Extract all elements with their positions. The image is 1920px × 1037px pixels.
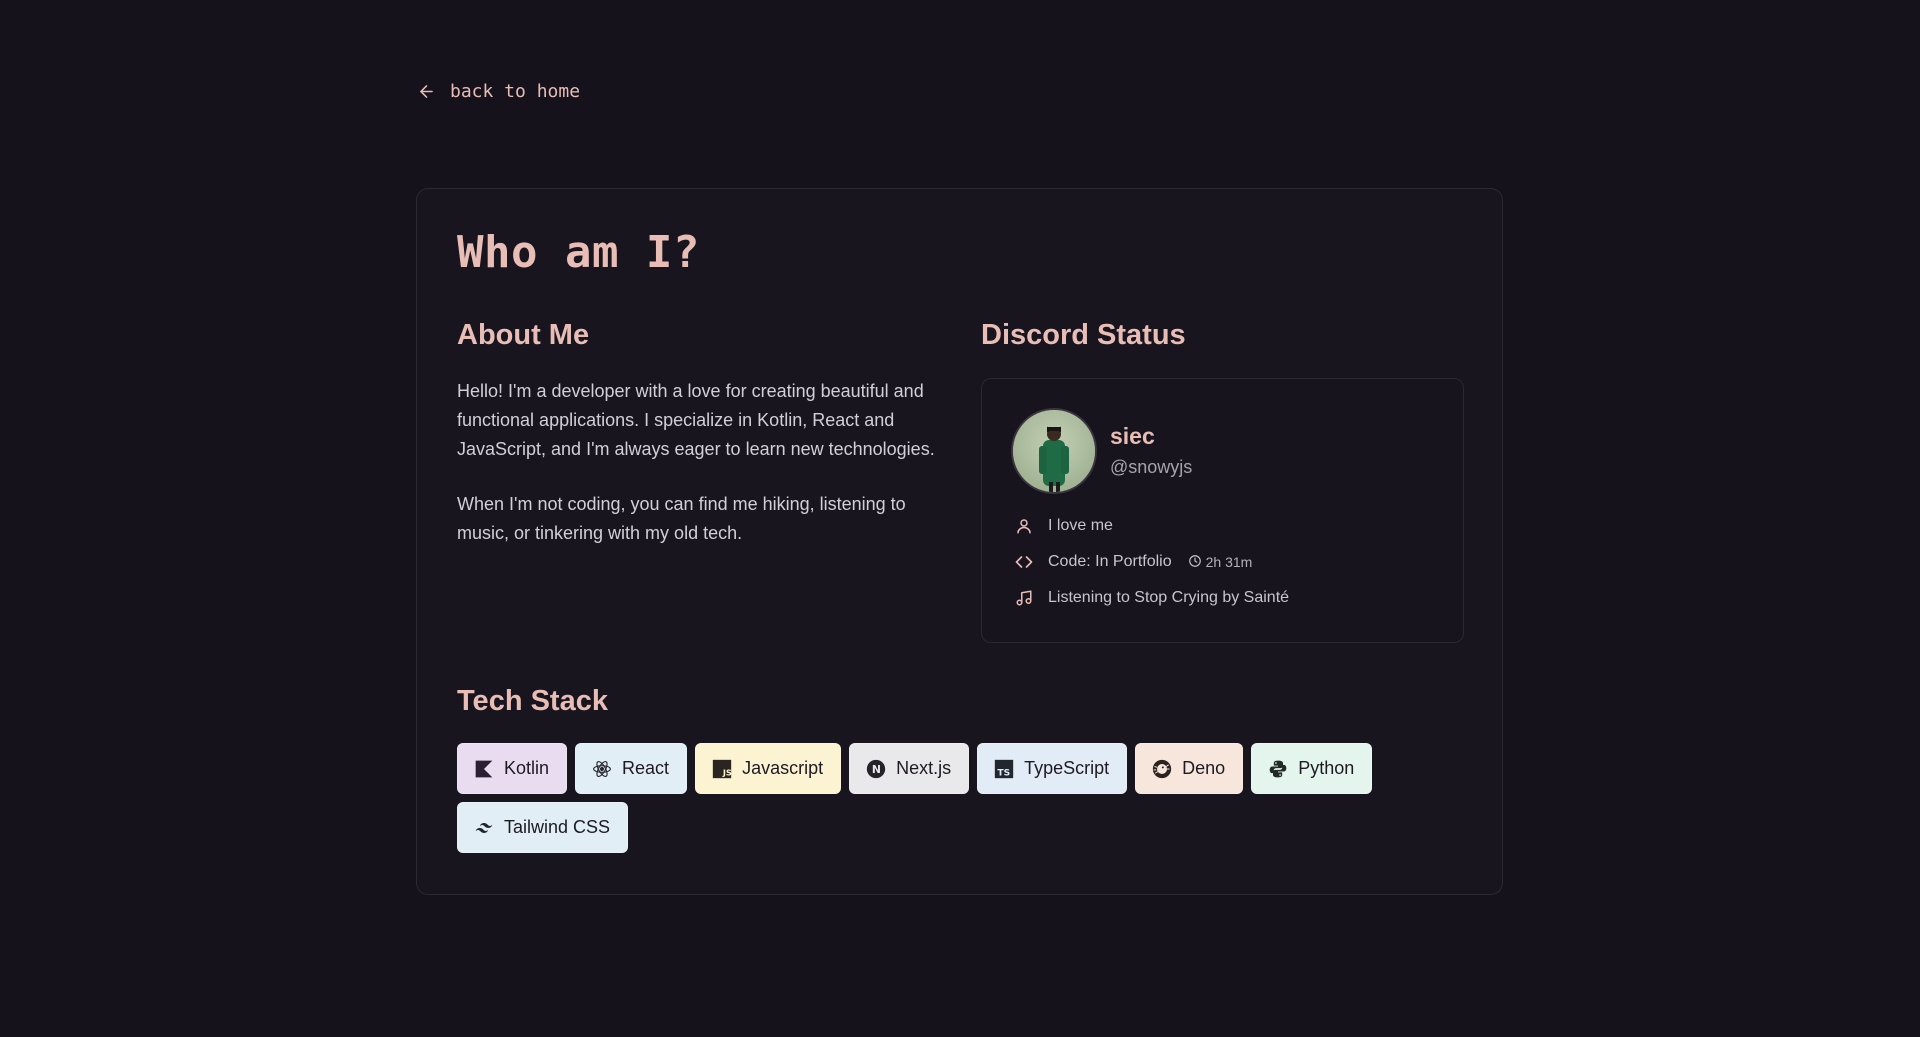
back-to-home-link[interactable]: back to home [417, 81, 580, 102]
tech-stack-list: Kotlin React JS Javascript N Next.js TS … [457, 743, 1467, 853]
elapsed-time: 2h 31m [1188, 554, 1253, 571]
tech-stack-heading: Tech Stack [457, 685, 608, 717]
activity-text: Code: In Portfolio [1048, 553, 1172, 570]
nextjs-icon: N [866, 759, 886, 779]
tech-badge-react[interactable]: React [575, 743, 688, 794]
tech-badge-label: Deno [1182, 758, 1226, 778]
tech-badge-label: Javascript [742, 758, 824, 778]
tech-badge-tailwind[interactable]: Tailwind CSS [457, 802, 629, 853]
profile-card: Who am I? About Me Hello! I'm a develope… [416, 188, 1503, 895]
tech-badge-javascript[interactable]: JS Javascript [695, 743, 842, 794]
listening-text: Listening to Stop Crying by Sainté [1048, 589, 1290, 606]
svg-text:TS: TS [997, 767, 1010, 778]
tech-badge-label: Python [1298, 758, 1355, 778]
svg-text:N: N [872, 763, 881, 776]
back-to-home-label: back to home [450, 81, 581, 102]
arrow-left-icon [417, 82, 436, 101]
listening-row: Listening to Stop Crying by Sainté [1014, 588, 1289, 608]
custom-status-text: I love me [1048, 517, 1113, 534]
tech-badge-label: React [622, 758, 670, 778]
javascript-icon: JS [712, 759, 732, 779]
custom-status-row: I love me [1014, 516, 1113, 536]
user-icon [1014, 516, 1034, 536]
kotlin-icon [474, 759, 494, 779]
discord-username: @snowyjs [1110, 457, 1193, 477]
tailwind-icon [474, 818, 494, 838]
tech-badge-nextjs[interactable]: N Next.js [849, 743, 970, 794]
tech-badge-python[interactable]: Python [1251, 743, 1373, 794]
tech-badge-deno[interactable]: Deno [1135, 743, 1244, 794]
tech-badge-kotlin[interactable]: Kotlin [457, 743, 568, 794]
discord-status-card: siec @snowyjs I love me Code: In Portfol… [981, 378, 1464, 643]
tech-badge-label: Next.js [896, 758, 952, 778]
music-note-icon [1014, 588, 1034, 608]
tech-badge-typescript[interactable]: TS TypeScript [977, 743, 1128, 794]
typescript-icon: TS [994, 759, 1014, 779]
react-icon [592, 759, 612, 779]
tech-badge-label: Tailwind CSS [504, 817, 611, 837]
deno-icon [1152, 759, 1172, 779]
discord-display-name: siec [1110, 423, 1155, 449]
python-icon [1268, 759, 1288, 779]
code-icon [1014, 552, 1034, 572]
about-heading: About Me [457, 319, 590, 351]
page-title: Who am I? [457, 227, 700, 278]
clock-icon [1188, 554, 1202, 571]
about-paragraph: Hello! I'm a developer with a love for c… [457, 381, 935, 459]
about-paragraph: When I'm not coding, you can find me hik… [457, 494, 906, 543]
tech-badge-label: TypeScript [1024, 758, 1110, 778]
svg-text:JS: JS [722, 767, 732, 777]
tech-badge-label: Kotlin [504, 758, 550, 778]
elapsed-time-text: 2h 31m [1205, 554, 1253, 570]
discord-heading: Discord Status [981, 319, 1186, 351]
activity-row: Code: In Portfolio 2h 31m [1014, 552, 1252, 572]
avatar [1013, 410, 1095, 492]
